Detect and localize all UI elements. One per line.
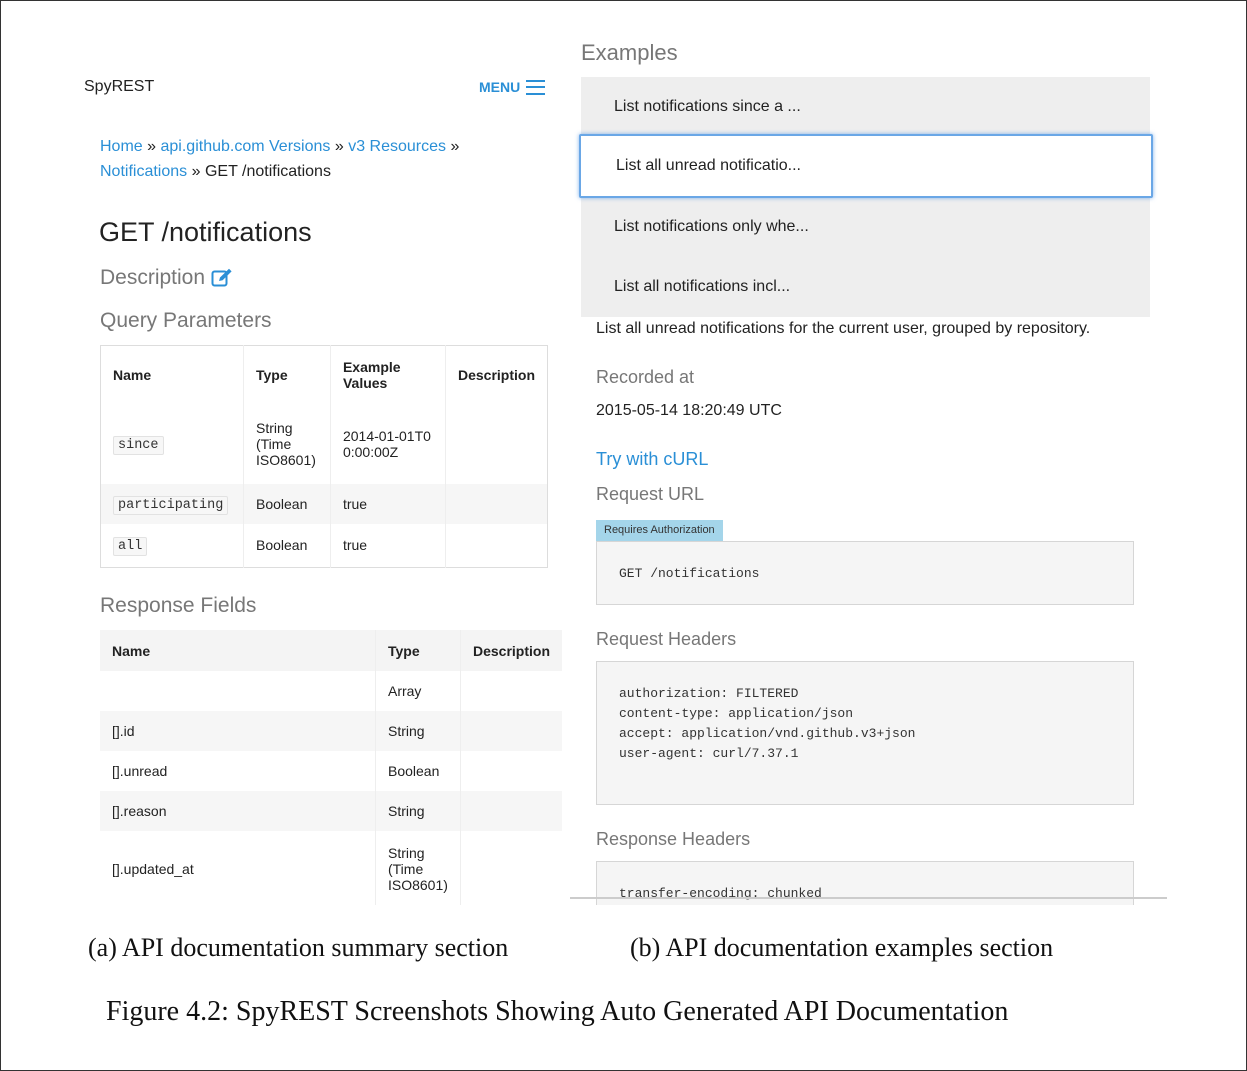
description-heading: Description <box>100 266 233 290</box>
request-header-line: authorization: FILTERED <box>619 686 799 701</box>
requires-authorization-badge: Requires Authorization <box>596 520 723 541</box>
table-header-row: Name Type Description <box>100 630 562 671</box>
table-header-row: Name Type Example Values Description <box>100 345 548 404</box>
recorded-at-value: 2015-05-14 18:20:49 UTC <box>596 402 782 419</box>
param-example: true <box>330 483 446 524</box>
column-header-description: Description <box>457 366 535 383</box>
field-type: String <box>375 711 461 751</box>
breadcrumb-link-notifications[interactable]: Notifications <box>100 163 187 180</box>
menu-button[interactable]: MENU <box>479 79 546 95</box>
example-item[interactable]: List notifications since a ... <box>581 77 1150 137</box>
breadcrumb: Home » api.github.com Versions » v3 Reso… <box>100 134 540 184</box>
field-name: [].reason <box>100 791 376 831</box>
brand-logo-text[interactable]: SpyREST <box>84 78 154 96</box>
query-parameters-heading: Query Parameters <box>100 309 272 332</box>
request-url-heading: Request URL <box>596 484 705 504</box>
table-row: [].id String <box>100 711 562 751</box>
param-example: true <box>330 523 446 568</box>
param-type: Boolean <box>243 523 331 568</box>
breadcrumb-current: GET /notifications <box>204 163 331 180</box>
field-description <box>460 711 562 751</box>
summary-panel: SpyREST MENU Home » api.github.com Versi… <box>0 0 570 905</box>
column-header-name: Name <box>100 630 376 671</box>
column-header-description: Description <box>472 642 550 659</box>
example-item-selected[interactable]: List all unread notificatio... <box>579 134 1153 198</box>
table-row: participating Boolean true <box>100 483 548 524</box>
example-item[interactable]: List notifications only whe... <box>581 197 1150 257</box>
examples-heading: Examples <box>581 40 678 65</box>
response-header-line: transfer-encoding: chunked <box>619 886 822 901</box>
param-description <box>445 524 547 568</box>
screenshot-bottom-edge <box>570 897 1167 899</box>
request-header-line: user-agent: curl/7.37.1 <box>619 746 799 761</box>
request-headers-heading: Request Headers <box>596 629 737 649</box>
table-row: [].unread Boolean <box>100 751 562 791</box>
breadcrumb-separator: » <box>147 138 157 155</box>
hamburger-icon <box>526 79 546 95</box>
param-name: since <box>113 435 164 455</box>
response-headers-heading: Response Headers <box>596 829 751 849</box>
param-name-cell: since <box>100 403 244 484</box>
figure-caption: Figure 4.2: SpyREST Screenshots Showing … <box>106 996 1009 1027</box>
query-parameters-table: Name Type Example Values Description sin… <box>100 345 548 568</box>
table-row: [].reason String <box>100 791 562 831</box>
column-header-name: Name <box>100 345 244 404</box>
caption-a: (a) API documentation summary section <box>88 933 509 962</box>
breadcrumb-separator: » <box>334 138 344 155</box>
field-type: String <box>375 791 461 831</box>
table-row: [].updated_at String (Time ISO8601) <box>100 831 562 905</box>
field-type: Array <box>375 671 461 711</box>
page-title: GET /notifications <box>99 217 312 247</box>
examples-panel: Examples List notifications since a ... … <box>570 0 1170 905</box>
column-header-type: Type <box>243 345 331 404</box>
example-description: List all unread notifications for the cu… <box>596 320 1091 337</box>
try-with-curl-link[interactable]: Try with cURL <box>596 449 708 470</box>
caption-b: (b) API documentation examples section <box>630 933 1054 962</box>
response-fields-table: Name Type Description Array [].id String… <box>100 630 562 905</box>
column-header-example-values: Example Values <box>330 345 446 404</box>
table-row: since String (Time ISO8601) 2014-01-01T0… <box>100 403 548 484</box>
field-name: [].updated_at <box>100 831 376 905</box>
field-description <box>460 831 562 905</box>
request-headers-code: authorization: FILTERED content-type: ap… <box>596 661 1134 805</box>
breadcrumb-link-resources[interactable]: v3 Resources <box>348 138 446 155</box>
table-row: all Boolean true <box>100 523 548 568</box>
breadcrumb-separator: » <box>191 163 201 180</box>
field-type: String (Time ISO8601) <box>375 831 461 905</box>
param-name-cell: all <box>100 523 244 568</box>
param-description <box>445 484 547 524</box>
field-name: [].unread <box>100 751 376 791</box>
request-header-line: content-type: application/json <box>619 706 854 721</box>
response-fields-heading: Response Fields <box>100 594 257 617</box>
param-name: all <box>113 537 148 557</box>
breadcrumb-link-versions[interactable]: api.github.com Versions <box>161 138 331 155</box>
edit-icon[interactable] <box>211 268 233 288</box>
breadcrumb-link-home[interactable]: Home <box>100 138 143 155</box>
param-name: participating <box>113 495 229 515</box>
column-header-type: Type <box>375 630 461 671</box>
field-description <box>460 791 562 831</box>
field-name <box>100 671 376 711</box>
recorded-at-heading: Recorded at <box>596 367 695 387</box>
field-name: [].id <box>100 711 376 751</box>
example-item[interactable]: List all notifications incl... <box>581 257 1150 317</box>
param-name-cell: participating <box>100 483 244 524</box>
breadcrumb-separator: » <box>450 138 460 155</box>
description-heading-text: Description <box>100 266 206 289</box>
examples-list: List notifications since a ... List all … <box>579 77 1153 317</box>
field-description <box>460 751 562 791</box>
table-row: Array <box>100 671 562 711</box>
request-header-line: accept: application/vnd.github.v3+json <box>619 726 916 741</box>
param-example: 2014-01-01T00:00:00Z <box>330 403 446 484</box>
request-url-code: GET /notifications <box>596 541 1134 605</box>
menu-label: MENU <box>479 79 521 95</box>
field-type: Boolean <box>375 751 461 791</box>
field-description <box>460 671 562 711</box>
param-type: Boolean <box>243 483 331 524</box>
param-description <box>445 404 547 484</box>
param-type: String (Time ISO8601) <box>243 403 331 484</box>
